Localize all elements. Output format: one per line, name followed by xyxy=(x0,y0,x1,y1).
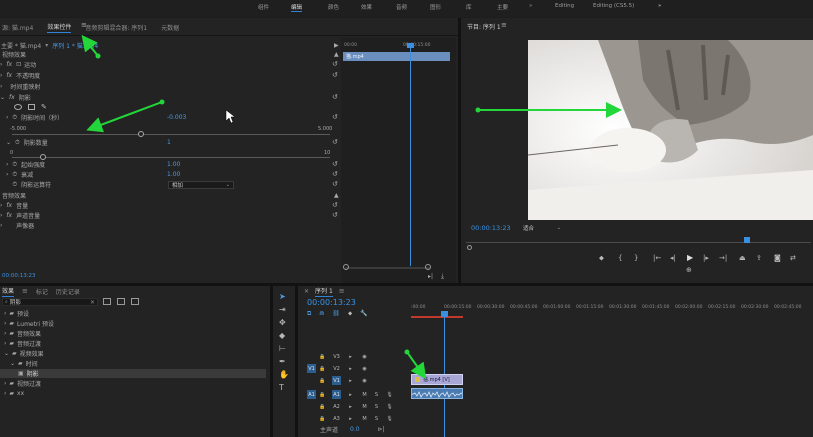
arrow-to-shadow-effect-on-frame xyxy=(475,102,622,118)
annotation-arrows xyxy=(81,34,622,380)
divider-horizontal xyxy=(0,283,813,286)
divider-vertical-top xyxy=(458,18,461,283)
arrow-to-video-clip xyxy=(404,349,427,380)
arrow-to-shadow-time-slider xyxy=(86,99,165,133)
arrow-to-effect-controls-tab xyxy=(81,34,101,59)
divider-vertical-bottom-1 xyxy=(270,286,273,437)
mouse-cursor-icon xyxy=(225,109,236,124)
divider-vertical-bottom-2 xyxy=(295,286,298,437)
